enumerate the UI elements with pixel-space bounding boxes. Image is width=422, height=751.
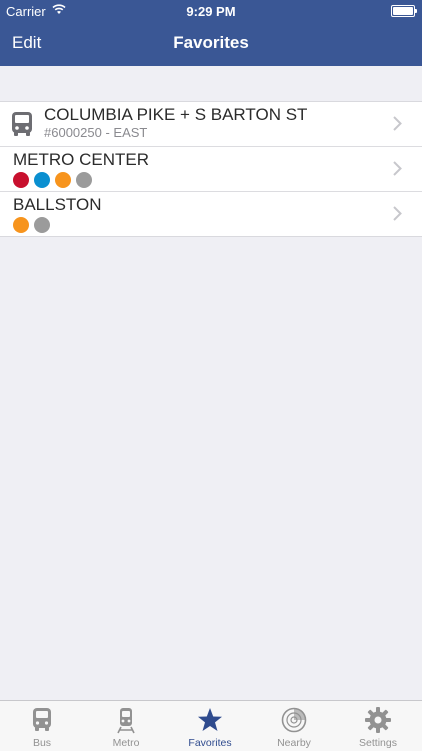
tab-favorites[interactable]: Favorites bbox=[168, 701, 252, 751]
line-dot bbox=[13, 217, 29, 233]
bus-icon bbox=[12, 112, 32, 136]
chevron-right-icon bbox=[393, 206, 402, 221]
line-dot bbox=[34, 172, 50, 188]
favorite-subtitle: #6000250 - EAST bbox=[44, 125, 148, 140]
train-icon bbox=[117, 708, 135, 734]
line-dot bbox=[13, 172, 29, 188]
favorite-title: COLUMBIA PIKE + S BARTON ST bbox=[44, 105, 308, 124]
status-time: 9:29 PM bbox=[186, 4, 236, 19]
tab-label: Favorites bbox=[188, 737, 232, 749]
battery-icon bbox=[391, 5, 417, 17]
tab-metro[interactable]: Metro bbox=[84, 701, 168, 751]
line-dot bbox=[34, 217, 50, 233]
navigation-bar: Edit Favorites bbox=[0, 22, 422, 66]
favorite-title: BALLSTON bbox=[13, 195, 102, 214]
favorites-list: COLUMBIA PIKE + S BARTON ST #6000250 - E… bbox=[0, 101, 422, 237]
favorite-row-bus-stop[interactable]: COLUMBIA PIKE + S BARTON ST #6000250 - E… bbox=[0, 102, 422, 146]
status-bar: Carrier 9:29 PM bbox=[0, 0, 422, 22]
tab-bus[interactable]: Bus bbox=[0, 701, 84, 751]
page-title: Favorites bbox=[173, 33, 249, 52]
header: Carrier 9:29 PM Edit Favorites bbox=[0, 0, 422, 66]
favorite-row-metro-center[interactable]: METRO CENTER bbox=[0, 146, 422, 191]
tab-label: Settings bbox=[359, 737, 397, 749]
tab-label: Bus bbox=[32, 737, 52, 749]
star-icon bbox=[198, 708, 222, 731]
gear-icon bbox=[365, 707, 391, 733]
bus-icon bbox=[33, 708, 51, 731]
chevron-right-icon bbox=[393, 116, 402, 131]
tab-nearby[interactable]: Nearby bbox=[252, 701, 336, 751]
line-colors bbox=[13, 172, 92, 188]
line-dot bbox=[55, 172, 71, 188]
tab-label: Nearby bbox=[277, 737, 311, 749]
favorite-title: METRO CENTER bbox=[13, 150, 149, 169]
favorite-row-ballston[interactable]: BALLSTON bbox=[0, 191, 422, 236]
tab-settings[interactable]: Settings bbox=[336, 701, 420, 751]
chevron-right-icon bbox=[393, 161, 402, 176]
tab-bar: Bus Metro Favorites Nearby Settings bbox=[0, 700, 422, 751]
line-dot bbox=[76, 172, 92, 188]
tab-label: Metro bbox=[112, 737, 140, 749]
line-colors bbox=[13, 217, 50, 233]
radar-icon bbox=[281, 707, 307, 733]
